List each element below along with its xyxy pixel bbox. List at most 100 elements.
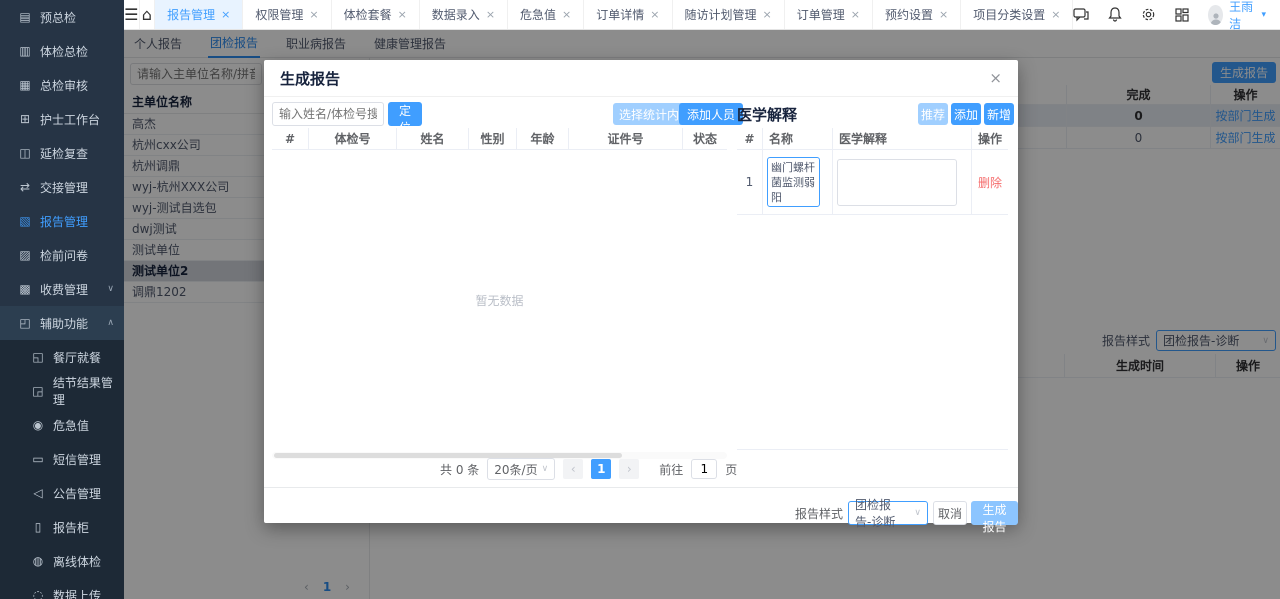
sidebar-item-critical-value[interactable]: ◉危急值 bbox=[0, 408, 124, 442]
sidebar-item-report-cabinet[interactable]: ▯报告柜 bbox=[0, 510, 124, 544]
tab-label: 报告管理 bbox=[167, 6, 215, 23]
sidebar-item-report-mgmt[interactable]: ▧报告管理 bbox=[0, 204, 124, 238]
tab-close-icon[interactable]: × bbox=[851, 8, 860, 21]
interpretation-table: # 名称 医学解释 操作 1 幽门螺杆菌监测弱阳 删除 bbox=[737, 128, 1008, 215]
next-page-button[interactable]: › bbox=[619, 459, 639, 479]
message-icon[interactable] bbox=[1073, 6, 1089, 23]
delete-link[interactable]: 删除 bbox=[978, 174, 1002, 191]
tab-followup-plan-mgmt[interactable]: 随访计划管理 × bbox=[673, 0, 785, 29]
sidebar-item-label: 收费管理 bbox=[40, 281, 88, 298]
interpretation-textarea[interactable] bbox=[837, 159, 957, 206]
tab-exam-package[interactable]: 体检套餐× bbox=[332, 0, 420, 29]
tab-close-icon[interactable]: × bbox=[763, 8, 772, 21]
page-size-select[interactable]: 20条/页 ∨ bbox=[487, 458, 555, 480]
col-exam-no: 体检号 bbox=[308, 128, 396, 149]
sidebar-item-label: 延检复查 bbox=[40, 145, 88, 162]
close-icon[interactable]: × bbox=[989, 69, 1002, 87]
tab-close-icon[interactable]: × bbox=[486, 8, 495, 21]
gear-icon[interactable] bbox=[1141, 6, 1156, 23]
tab-report-mgmt[interactable]: 报告管理 × bbox=[155, 0, 243, 29]
offline-exam-icon: ◍ bbox=[31, 554, 45, 568]
sidebar-item-auxiliary-functions[interactable]: ◰辅助功能∧ bbox=[0, 306, 124, 340]
add-button[interactable]: 添加 bbox=[951, 103, 981, 125]
data-upload-icon: ◌ bbox=[31, 588, 45, 599]
page-size-value: 20条/页 bbox=[494, 461, 537, 478]
tab-label: 危急值 bbox=[520, 6, 556, 23]
sidebar-item-label: 辅助功能 bbox=[40, 315, 88, 332]
bell-icon[interactable] bbox=[1108, 6, 1122, 23]
sidebar-item-announcement-mgmt[interactable]: ◁公告管理 bbox=[0, 476, 124, 510]
report-style-select[interactable]: 团检报告-诊断 ∨ bbox=[848, 501, 928, 525]
tab-booking-settings[interactable]: 预约设置× bbox=[873, 0, 961, 29]
sidebar-item-offline-exam[interactable]: ◍ 离线体检 bbox=[0, 544, 124, 578]
report-mgmt-icon: ▧ bbox=[18, 214, 32, 228]
sidebar-item-label: 预总检 bbox=[40, 9, 76, 26]
person-table: # 体检号 姓名 性别 年龄 证件号 状态 暂无数据 bbox=[272, 128, 727, 450]
screen: ▤预总检 ▥体检总检 ▦总检审核 ⊞护士工作台 ◫延检复查 ⇄交接管理 ▧报告管… bbox=[0, 0, 1280, 599]
pre-exam-icon: ▤ bbox=[18, 10, 32, 24]
sidebar-item-label: 危急值 bbox=[53, 417, 89, 434]
sidebar: ▤ 预总检 ▥体检总检 ▦总检审核 ⊞护士工作台 ◫延检复查 ⇄交接管理 ▧报告管… bbox=[0, 0, 124, 599]
sidebar-item-summary-review[interactable]: ▦总检审核 bbox=[0, 68, 124, 102]
tab-permission-mgmt[interactable]: 权限管理 × bbox=[243, 0, 331, 29]
sidebar-item-data-upload[interactable]: ◌数据上传 bbox=[0, 578, 124, 599]
submit-generate-report-button[interactable]: 生成报告 bbox=[971, 501, 1018, 525]
sidebar-item-recheck[interactable]: ◫延检复查 bbox=[0, 136, 124, 170]
tab-close-icon[interactable]: × bbox=[221, 8, 230, 21]
chevron-down-icon: ∨ bbox=[542, 464, 549, 474]
goto-page-input[interactable] bbox=[691, 459, 717, 479]
col-item-name: 名称 bbox=[762, 128, 832, 149]
person-search-input[interactable] bbox=[272, 102, 384, 126]
tab-close-icon[interactable]: × bbox=[1051, 8, 1060, 21]
user-menu[interactable]: 王雨洁 ▾ bbox=[1208, 0, 1266, 32]
sidebar-item-pre-exam-questionnaire[interactable]: ▨检前问卷 bbox=[0, 238, 124, 272]
new-button[interactable]: 新增 bbox=[984, 103, 1014, 125]
item-name-textarea[interactable]: 幽门螺杆菌监测弱阳 bbox=[767, 157, 820, 207]
tab-critical-value[interactable]: 危急值 × bbox=[508, 0, 584, 29]
hamburger-menu-icon[interactable]: ☰ bbox=[124, 0, 140, 29]
avatar bbox=[1208, 5, 1223, 25]
tab-label: 权限管理 bbox=[255, 6, 303, 23]
home-icon[interactable]: ⌂ bbox=[140, 0, 156, 29]
sidebar-item-sms-mgmt[interactable]: ▭短信管理 bbox=[0, 442, 124, 476]
tab-order-mgmt[interactable]: 订单管理× bbox=[785, 0, 873, 29]
tab-data-entry[interactable]: 数据录入× bbox=[420, 0, 508, 29]
chevron-down-icon: ∨ bbox=[914, 508, 921, 518]
tab-close-icon[interactable]: × bbox=[398, 8, 407, 21]
sidebar-item-canteen-dining[interactable]: ◱餐厅就餐 bbox=[0, 340, 124, 374]
tab-close-icon[interactable]: × bbox=[939, 8, 948, 21]
locate-button[interactable]: 定位 bbox=[388, 102, 422, 126]
summary-review-icon: ▦ bbox=[18, 78, 32, 92]
cancel-button[interactable]: 取消 bbox=[933, 501, 967, 525]
sidebar-item-label: 离线体检 bbox=[53, 553, 101, 570]
apps-grid-icon[interactable] bbox=[1175, 6, 1189, 23]
sidebar-item-label: 交接管理 bbox=[40, 179, 88, 196]
sidebar-item-label: 短信管理 bbox=[53, 451, 101, 468]
tab-label: 订单详情 bbox=[596, 6, 644, 23]
sidebar-item-handover-mgmt[interactable]: ⇄交接管理 bbox=[0, 170, 124, 204]
tab-item-category-settings[interactable]: 项目分类设置× bbox=[961, 0, 1073, 29]
sidebar-item-nurse-workbench[interactable]: ⊞护士工作台 bbox=[0, 102, 124, 136]
sidebar-item-fee-mgmt[interactable]: ▩收费管理∨ bbox=[0, 272, 124, 306]
sidebar-item-label: 体检总检 bbox=[40, 43, 88, 60]
dialog-footer: 报告样式 团检报告-诊断 ∨ 取消 生成报告 bbox=[264, 487, 1018, 523]
tab-label: 随访计划管理 bbox=[685, 6, 757, 23]
sidebar-item-exam-summary[interactable]: ▥体检总检 bbox=[0, 34, 124, 68]
tab-close-icon[interactable]: × bbox=[309, 8, 318, 21]
sidebar-item-label: 公告管理 bbox=[53, 485, 101, 502]
tab-order-detail[interactable]: 订单详情 × bbox=[584, 0, 672, 29]
tab-close-icon[interactable]: × bbox=[562, 8, 571, 21]
chevron-down-icon: ∨ bbox=[107, 284, 114, 294]
sidebar-item-label: 护士工作台 bbox=[40, 111, 100, 128]
col-interpretation: 医学解释 bbox=[832, 128, 971, 149]
sidebar-item-nodule-result-mgmt[interactable]: ◲结节结果管理 bbox=[0, 374, 124, 408]
prev-page-button[interactable]: ‹ bbox=[563, 459, 583, 479]
page-1-button[interactable]: 1 bbox=[591, 459, 611, 479]
tab-close-icon[interactable]: × bbox=[650, 8, 659, 21]
col-age: 年龄 bbox=[516, 128, 568, 149]
interpretation-table-header: # 名称 医学解释 操作 bbox=[737, 128, 1008, 150]
recommend-button[interactable]: 推荐 bbox=[918, 103, 948, 125]
auxiliary-icon: ◰ bbox=[18, 316, 32, 330]
add-person-button[interactable]: 添加人员 bbox=[679, 103, 743, 125]
sidebar-item-pre-exam[interactable]: ▤ 预总检 bbox=[0, 0, 124, 34]
